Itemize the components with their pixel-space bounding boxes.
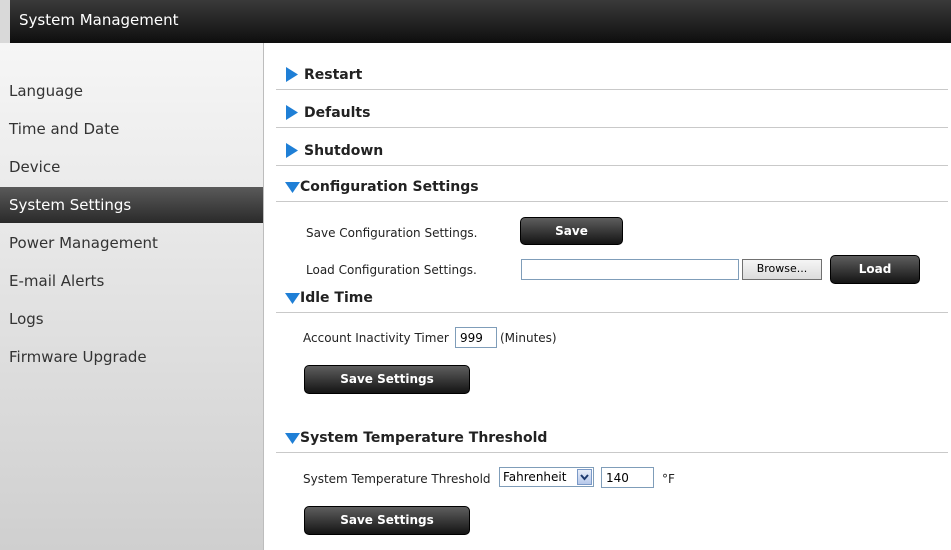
section-system-temperature-threshold[interactable]: System Temperature Threshold — [276, 428, 948, 453]
sidebar-item-language[interactable]: Language — [0, 73, 263, 109]
browse-button[interactable]: Browse... — [742, 259, 822, 280]
section-shutdown[interactable]: Shutdown — [276, 141, 948, 166]
section-idle-time[interactable]: Idle Time — [276, 288, 948, 313]
triangle-down-icon — [285, 293, 300, 305]
temperature-scale-value: Fahrenheit — [503, 470, 567, 484]
triangle-right-icon — [286, 67, 298, 82]
triangle-down-icon — [285, 433, 300, 445]
triangle-down-icon — [285, 182, 300, 194]
save-config-text: Save Configuration Settings. — [306, 226, 478, 240]
main-panel: Restart Defaults Shutdown Configuration … — [264, 43, 951, 550]
section-shutdown-label: Shutdown — [304, 143, 384, 159]
sidebar-item-time-and-date[interactable]: Time and Date — [0, 111, 263, 147]
top-bar-accent — [0, 0, 10, 43]
inactivity-timer-label: Account Inactivity Timer — [303, 331, 449, 345]
idle-save-settings-button[interactable]: Save Settings — [304, 365, 470, 394]
section-defaults-label: Defaults — [304, 105, 371, 121]
sidebar-item-logs[interactable]: Logs — [0, 301, 263, 337]
section-restart[interactable]: Restart — [276, 65, 948, 90]
sidebar-item-system-settings[interactable]: System Settings — [0, 187, 263, 223]
temperature-scale-select[interactable]: Fahrenheit — [499, 467, 594, 487]
sidebar-item-device[interactable]: Device — [0, 149, 263, 185]
sidebar-item-power-management[interactable]: Power Management — [0, 225, 263, 261]
section-configuration-settings[interactable]: Configuration Settings — [276, 177, 948, 202]
config-file-input[interactable] — [521, 259, 739, 280]
section-system-temperature-threshold-label: System Temperature Threshold — [300, 430, 548, 446]
temperature-unit: °F — [662, 472, 675, 486]
inactivity-timer-input[interactable] — [455, 327, 497, 348]
sidebar: Language Time and Date Device System Set… — [0, 43, 264, 550]
section-idle-time-label: Idle Time — [300, 290, 373, 306]
top-bar: System Management — [0, 0, 951, 43]
temperature-threshold-label: System Temperature Threshold — [303, 472, 491, 486]
triangle-right-icon — [286, 105, 298, 120]
save-config-button[interactable]: Save — [520, 217, 623, 245]
temperature-threshold-input[interactable] — [601, 467, 654, 488]
section-configuration-settings-label: Configuration Settings — [300, 179, 479, 195]
section-restart-label: Restart — [304, 67, 363, 83]
load-config-text: Load Configuration Settings. — [306, 263, 477, 277]
section-defaults[interactable]: Defaults — [276, 103, 948, 128]
inactivity-timer-unit: (Minutes) — [500, 331, 557, 345]
temp-save-settings-button[interactable]: Save Settings — [304, 506, 470, 535]
triangle-right-icon — [286, 143, 298, 158]
page-title: System Management — [19, 11, 179, 29]
sidebar-item-email-alerts[interactable]: E-mail Alerts — [0, 263, 263, 299]
chevron-down-icon — [577, 469, 592, 485]
sidebar-item-firmware-upgrade[interactable]: Firmware Upgrade — [0, 339, 263, 375]
load-config-button[interactable]: Load — [830, 255, 920, 284]
